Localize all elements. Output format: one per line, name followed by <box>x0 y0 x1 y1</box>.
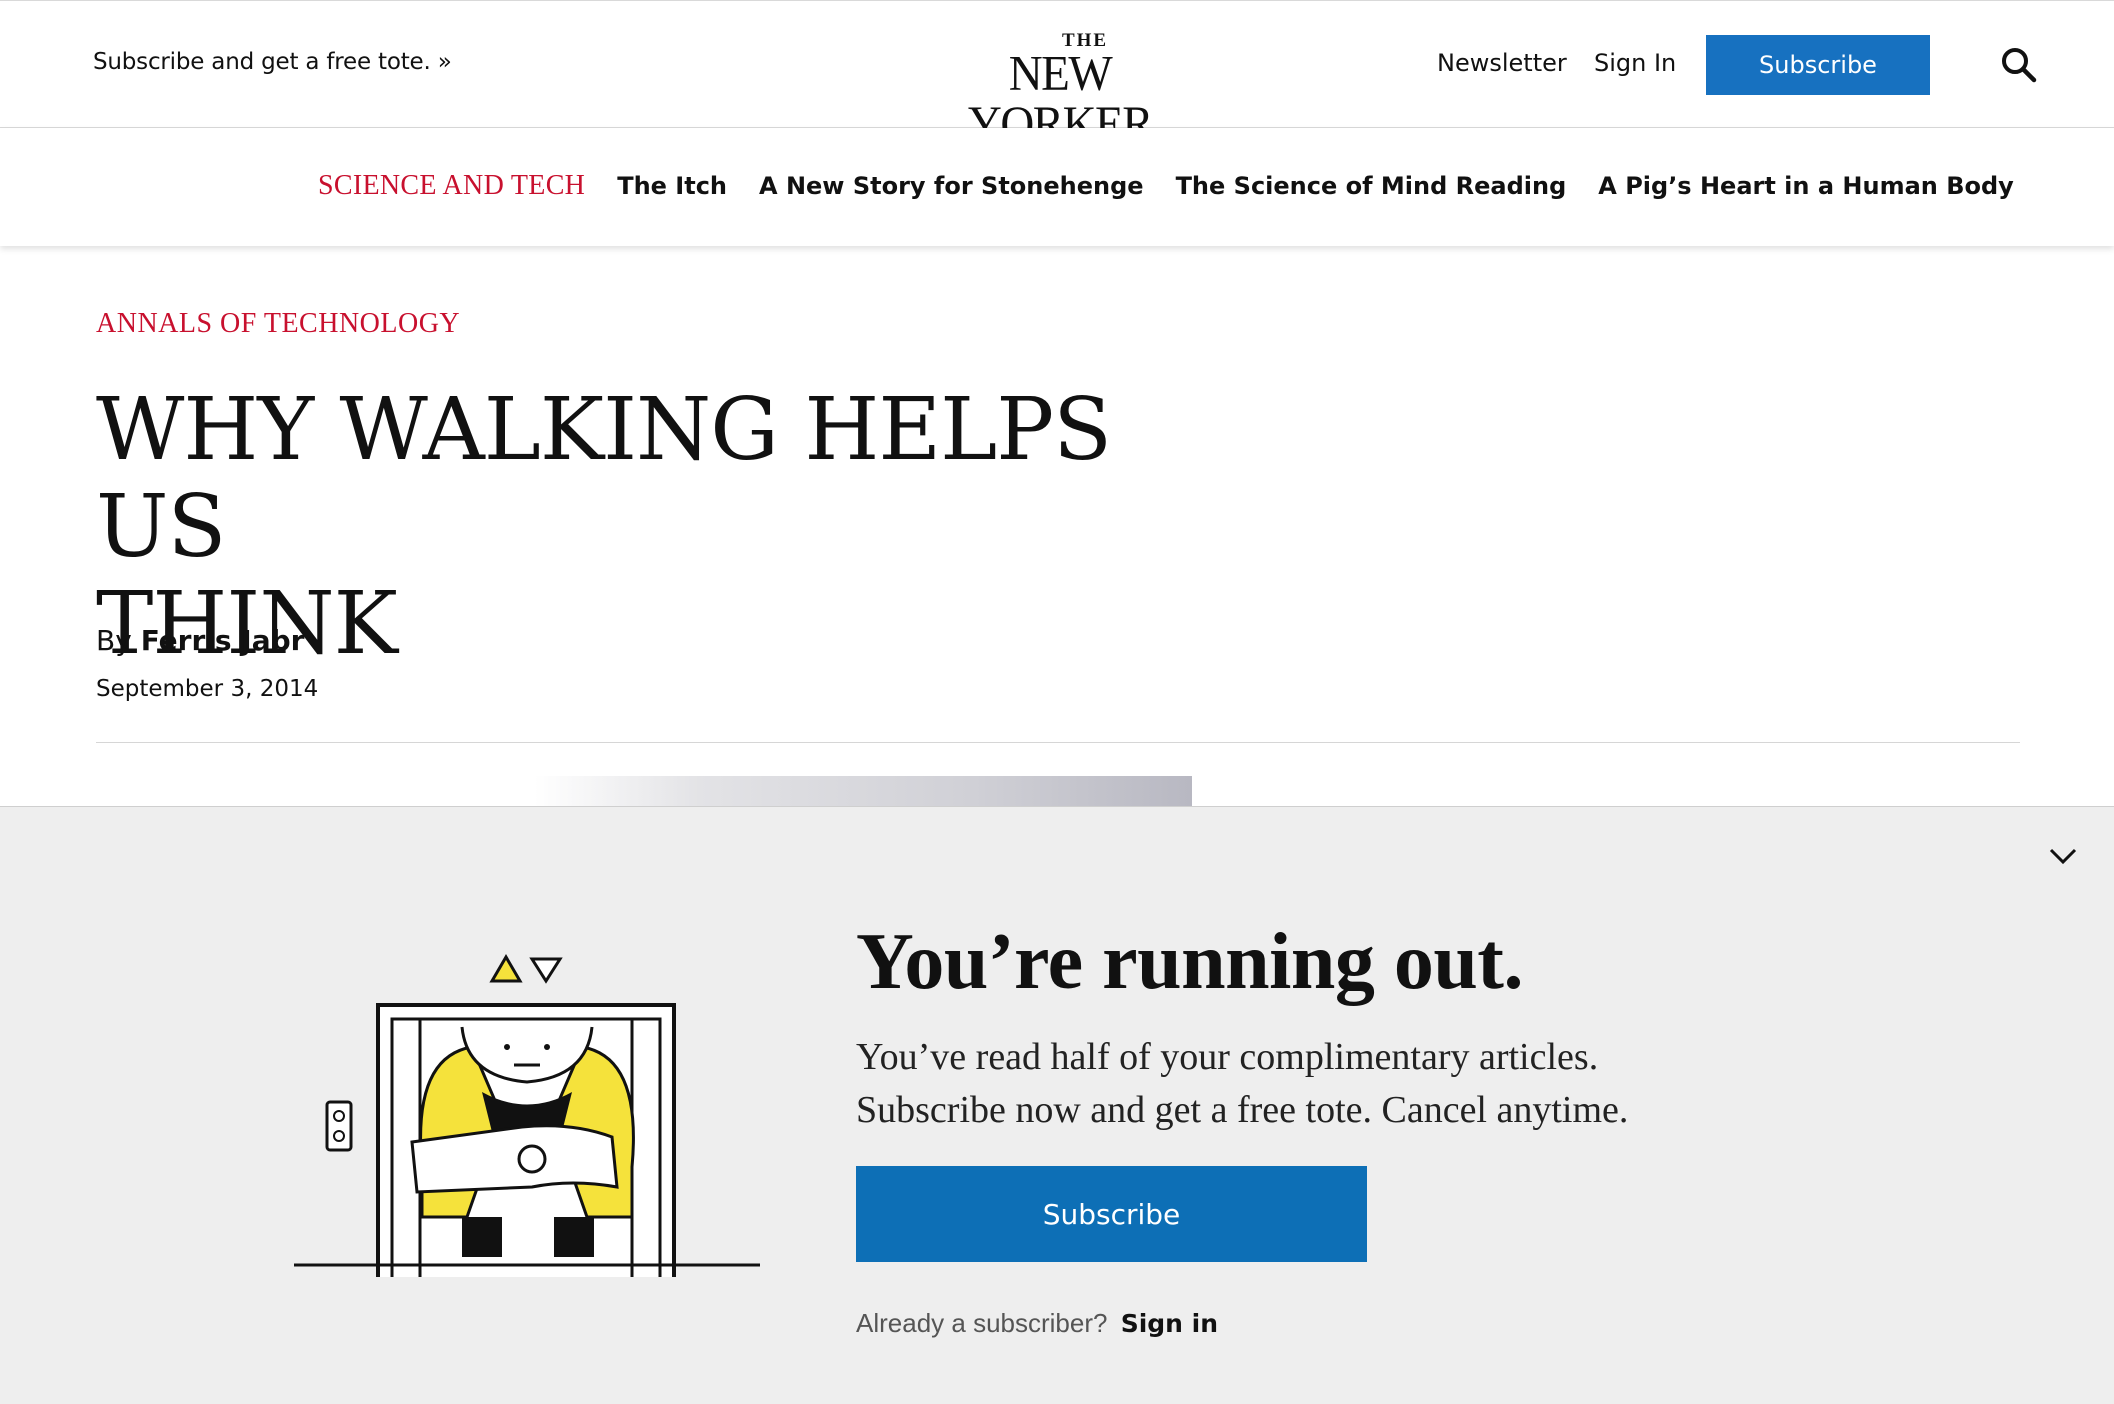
collapse-drawer-button[interactable] <box>2048 841 2078 871</box>
elevator-illustration <box>294 954 760 1277</box>
subnav-link-stonehenge[interactable]: A New Story for Stonehenge <box>759 172 1144 200</box>
byline-prefix: By <box>96 624 132 657</box>
publish-date: September 3, 2014 <box>96 676 319 702</box>
promo-subscribe-link[interactable]: Subscribe and get a free tote. » <box>93 49 452 75</box>
new-yorker-logo[interactable]: THE NEW YORKER <box>930 31 1190 150</box>
headline-line-1: WHY WALKING HELPS US <box>96 380 1112 577</box>
paywall-body-line-1: You’ve read half of your complimentary a… <box>856 1036 1599 1078</box>
subnav-link-mind-reading[interactable]: The Science of Mind Reading <box>1176 172 1567 200</box>
newsletter-link[interactable]: Newsletter <box>1437 49 1567 77</box>
subnav-items: SCIENCE AND TECH The Itch A New Story fo… <box>318 170 2014 202</box>
byline: By Ferris Jabr <box>96 624 304 657</box>
article-rubric[interactable]: ANNALS OF TECHNOLOGY <box>96 308 460 340</box>
subnav-link-the-itch[interactable]: The Itch <box>617 172 727 200</box>
chevron-down-icon <box>2049 848 2077 865</box>
paywall-signin-row: Already a subscriber? Sign in <box>856 1308 1218 1339</box>
author-link[interactable]: Ferris Jabr <box>141 624 305 657</box>
search-icon <box>2002 48 2037 83</box>
paywall-sign-in-link[interactable]: Sign in <box>1121 1309 1218 1338</box>
search-button[interactable] <box>1999 45 2039 85</box>
paywall-title: You’re running out. <box>856 918 1523 1006</box>
site-header: Subscribe and get a free tote. » THE NEW… <box>0 0 2114 150</box>
header-subscribe-button[interactable]: Subscribe <box>1706 35 1930 95</box>
sign-in-link[interactable]: Sign In <box>1594 49 1676 77</box>
paywall-body: You’ve read half of your complimentary a… <box>856 1031 1756 1137</box>
header-divider <box>96 742 2020 743</box>
paywall-body-line-2: Subscribe now and get a free tote. Cance… <box>856 1089 1629 1131</box>
subnav-section-science-and-tech[interactable]: SCIENCE AND TECH <box>318 170 585 202</box>
subnav-link-pigs-heart[interactable]: A Pig’s Heart in a Human Body <box>1598 172 2014 200</box>
section-subnav: SCIENCE AND TECH The Itch A New Story fo… <box>0 128 2114 246</box>
paywall-drawer: You’re running out. You’ve read half of … <box>0 806 2114 1404</box>
paywall-subscribe-button[interactable]: Subscribe <box>856 1166 1367 1262</box>
already-subscriber-text: Already a subscriber? <box>856 1308 1108 1338</box>
